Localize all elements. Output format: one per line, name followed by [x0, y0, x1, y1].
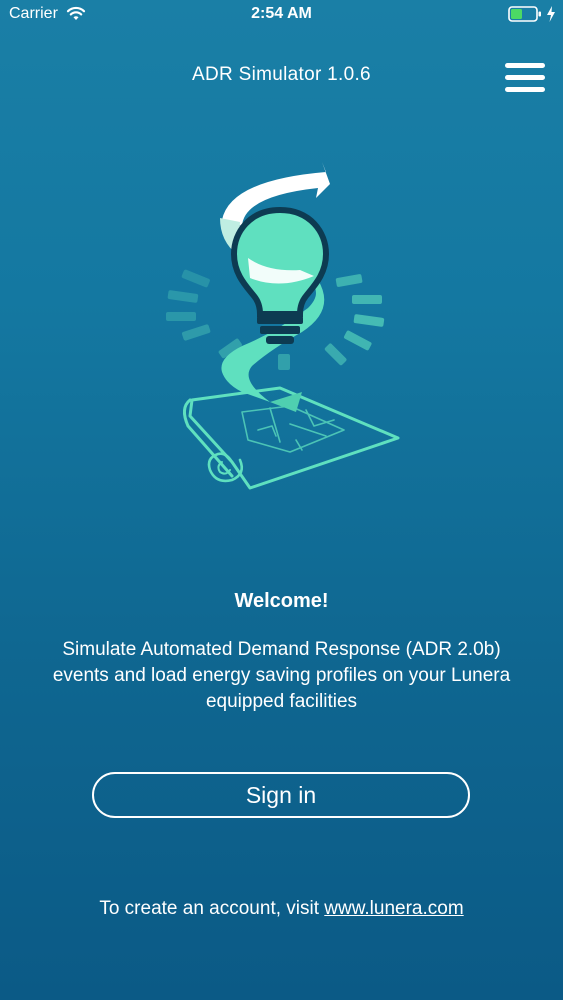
status-time: 2:54 AM	[251, 5, 312, 22]
app-screen: Carrier 2:54 AM ADR Simulator 1.0.6 Welc…	[0, 0, 563, 1000]
create-account-text: To create an account, visit www.lunera.c…	[0, 898, 563, 920]
charging-icon	[547, 6, 555, 22]
nav-title: ADR Simulator 1.0.6	[192, 64, 371, 85]
create-account-prefix: To create an account, visit	[99, 898, 325, 919]
welcome-description: Simulate Automated Demand Response (ADR …	[52, 639, 511, 712]
menu-button[interactable]	[500, 58, 550, 98]
hamburger-menu-icon-bar	[505, 87, 545, 92]
lunera-website-link[interactable]: www.lunera.com	[324, 898, 463, 919]
sign-in-label: Sign in	[245, 781, 317, 808]
battery-icon	[508, 6, 541, 22]
hamburger-menu-icon-bar	[505, 75, 545, 80]
lightbulb-blueprint-illustration	[166, 162, 400, 490]
sign-in-button[interactable]: Sign in	[92, 772, 470, 818]
status-bar: Carrier 2:54 AM	[0, 0, 563, 30]
hamburger-menu-icon	[505, 63, 545, 68]
welcome-heading: Welcome!	[234, 590, 329, 612]
